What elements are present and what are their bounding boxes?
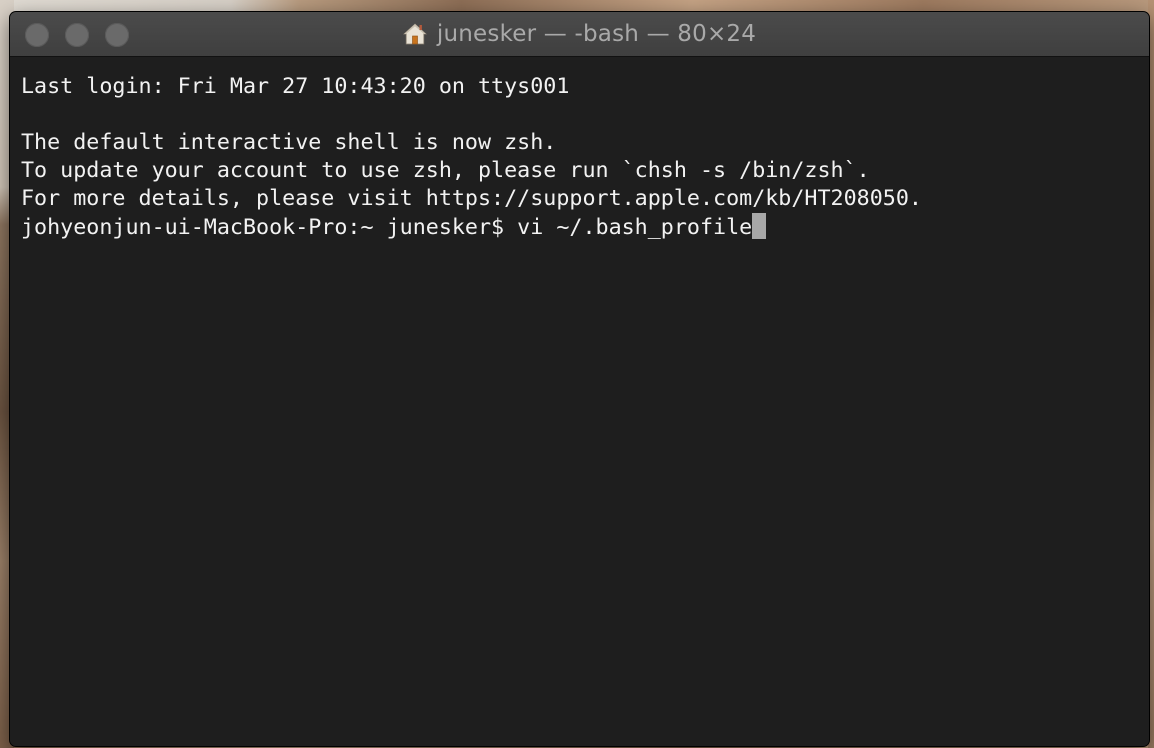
terminal-line: To update your account to use zsh, pleas…: [21, 158, 870, 183]
home-icon: [402, 22, 427, 46]
typed-command[interactable]: vi ~/.bash_profile: [517, 215, 752, 240]
window-title: junesker — -bash — 80×24: [436, 21, 757, 47]
window-titlebar[interactable]: junesker — -bash — 80×24: [10, 12, 1149, 57]
text-cursor: [752, 213, 767, 239]
shell-prompt: johyeonjun-ui-MacBook-Pro:~ junesker$: [21, 215, 518, 240]
terminal-line: The default interactive shell is now zsh…: [21, 130, 557, 155]
terminal-line: Last login: Fri Mar 27 10:43:20 on ttys0…: [21, 74, 570, 99]
command-prompt-line[interactable]: johyeonjun-ui-MacBook-Pro:~ junesker$ vi…: [21, 213, 767, 241]
terminal-window[interactable]: junesker — -bash — 80×24 Last login: Fri…: [10, 12, 1149, 746]
terminal-line: For more details, please visit https://s…: [21, 186, 922, 211]
terminal-output-area[interactable]: Last login: Fri Mar 27 10:43:20 on ttys0…: [10, 57, 1149, 746]
window-title-group: junesker — -bash — 80×24: [10, 12, 1149, 56]
